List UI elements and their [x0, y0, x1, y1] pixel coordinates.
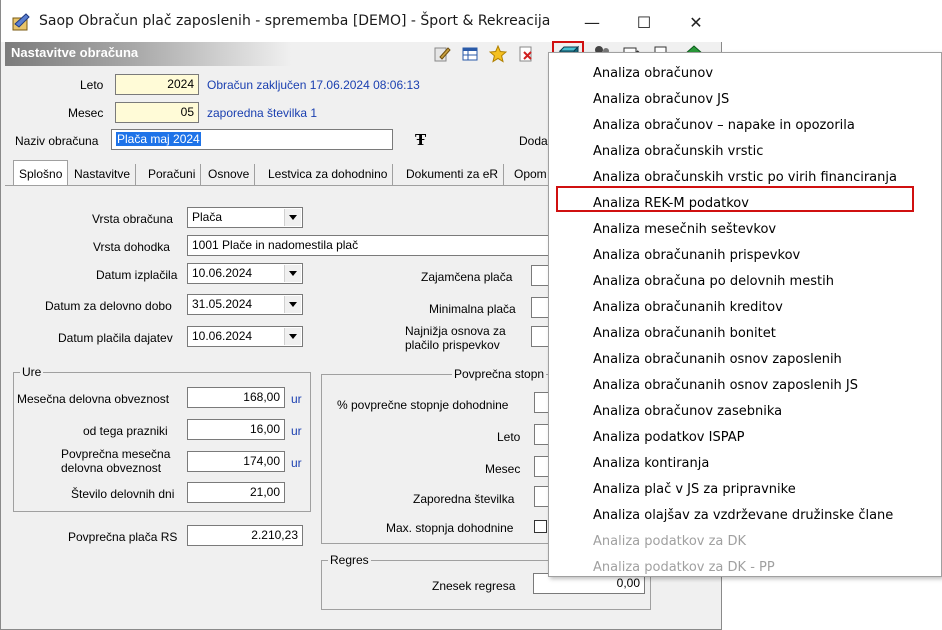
chevron-down-icon[interactable]: [284, 328, 301, 345]
text-format-icon[interactable]: Ŧ: [415, 131, 426, 149]
menu-item-kreditov[interactable]: Analiza obračunanih kreditov: [593, 300, 783, 315]
table-icon[interactable]: [461, 45, 479, 63]
chevron-down-icon[interactable]: [284, 265, 301, 282]
close-button[interactable]: ✕: [673, 8, 719, 36]
analysis-dropdown-menu: Analiza obračunov Analiza obračunov JS A…: [548, 52, 942, 577]
menu-item-dk-pp: Analiza podatkov za DK - PP: [593, 560, 775, 575]
tab-lestvica[interactable]: Lestvica za dohodnino: [263, 164, 394, 186]
vrsta-obracuna-select[interactable]: Plača: [187, 207, 303, 228]
menu-item-obracunskih-vrstic[interactable]: Analiza obračunskih vrstic: [593, 144, 763, 159]
stopnja-mesec-label: Mesec: [485, 462, 521, 476]
menu-item-ispap[interactable]: Analiza podatkov ISPAP: [593, 430, 744, 445]
menu-item-mesecnih-sestevkov[interactable]: Analiza mesečnih seštevkov: [593, 222, 776, 237]
menu-item-prispevkov[interactable]: Analiza obračunanih prispevkov: [593, 248, 800, 263]
minimalna-label: Minimalna plača: [429, 302, 516, 316]
vrsta-obracuna-label: Vrsta obračuna: [92, 212, 173, 226]
obracun-status: Obračun zaključen 17.06.2024 08:06:13: [207, 78, 420, 92]
stopnja-zaporedna-label: Zaporedna številka: [413, 492, 515, 506]
datum-izplacila-value: 10.06.2024: [192, 266, 253, 280]
stopnja-leto-label: Leto: [497, 430, 521, 444]
menu-item-dk: Analiza podatkov za DK: [593, 534, 747, 549]
naziv-selected-text: Plača maj 2024: [116, 132, 201, 146]
povprecna-label-2: delovna obveznost: [61, 461, 162, 475]
datum-izplacila-label: Datum izplačila: [96, 268, 178, 282]
datum-dajatev-label: Datum plačila dajatev: [58, 331, 173, 345]
edit-note-icon[interactable]: [433, 45, 451, 63]
title-bar: Saop Obračun plač zaposlenih - sprememba…: [1, 0, 723, 42]
delete-document-icon[interactable]: [517, 45, 535, 63]
mesecna-label: Mesečna delovna obveznost: [17, 392, 170, 406]
datum-dajatev-select[interactable]: 10.06.2024: [187, 326, 303, 347]
menu-item-olajsav[interactable]: Analiza olajšav za vzdrževane družinske …: [593, 508, 893, 523]
stopnja-title: Povprečna stopn: [452, 367, 547, 381]
menu-highlight-box: [556, 186, 914, 212]
naziv-input[interactable]: Plača maj 2024: [111, 129, 393, 150]
datum-delovno-select[interactable]: 31.05.2024: [187, 294, 303, 315]
znesek-regresa-label: Znesek regresa: [432, 579, 516, 593]
menu-item-vrstic-viri[interactable]: Analiza obračunskih vrstic po virih fina…: [593, 170, 897, 185]
menu-item-napake-opozorila[interactable]: Analiza obračunov – napake in opozorila: [593, 118, 855, 133]
max-stopnja-label: Max. stopnja dohodnine: [386, 521, 514, 535]
app-icon: [12, 13, 30, 31]
mesec-input[interactable]: 05: [115, 102, 199, 123]
placa-rs-label: Povprečna plača RS: [68, 530, 178, 544]
menu-item-pripravnike[interactable]: Analiza plač v JS za pripravnike: [593, 482, 796, 497]
vrsta-obracuna-value: Plača: [192, 210, 223, 224]
najnizja-label-1: Najnižja osnova za: [405, 324, 506, 338]
zajamcena-label: Zajamčena plača: [421, 270, 513, 284]
dni-label: Število delovnih dni: [71, 487, 175, 501]
menu-item-analiza-obracunov[interactable]: Analiza obračunov: [593, 66, 713, 81]
prazniki-label: od tega prazniki: [83, 424, 168, 438]
placa-rs-input[interactable]: 2.210,23: [187, 525, 303, 546]
leto-input[interactable]: 2024: [115, 74, 199, 95]
prazniki-input[interactable]: 16,00: [187, 419, 285, 440]
najnizja-label-2: plačilo prispevkov: [405, 338, 500, 352]
menu-item-kontiranja[interactable]: Analiza kontiranja: [593, 456, 709, 471]
leto-label: Leto: [80, 78, 104, 92]
mesecna-input[interactable]: 168,00: [187, 387, 285, 408]
zaporedna-stevilka: zaporedna številka 1: [207, 106, 318, 120]
datum-delovno-label: Datum za delovno dobo: [45, 299, 172, 313]
window-title: Saop Obračun plač zaposlenih - sprememba…: [39, 13, 551, 29]
pct-label: % povprečne stopnje dohodnine: [337, 398, 509, 412]
dni-input[interactable]: 21,00: [187, 482, 285, 503]
panel-title: Nastavitve obračuna: [11, 45, 139, 60]
maximize-button[interactable]: ☐: [621, 8, 667, 36]
datum-izplacila-select[interactable]: 10.06.2024: [187, 263, 303, 284]
regres-title: Regres: [328, 553, 371, 567]
povprecna-input[interactable]: 174,00: [187, 451, 285, 472]
tab-splosno[interactable]: Splošno: [13, 160, 69, 186]
doda-label: Doda: [519, 134, 548, 148]
tab-bar: Splošno Nastavitve Poračuni Osnove Lestv…: [13, 160, 553, 186]
datum-delovno-value: 31.05.2024: [192, 297, 253, 311]
tab-nastavitve[interactable]: Nastavitve: [69, 164, 137, 186]
menu-item-bonitet[interactable]: Analiza obračunanih bonitet: [593, 326, 776, 341]
tab-poracuni[interactable]: Poračuni: [143, 164, 202, 186]
menu-item-analiza-obracunov-js[interactable]: Analiza obračunov JS: [593, 92, 729, 107]
menu-item-osnov-zaposlenih-js[interactable]: Analiza obračunanih osnov zaposlenih JS: [593, 378, 858, 393]
datum-dajatev-value: 10.06.2024: [192, 329, 253, 343]
max-stopnja-checkbox[interactable]: [534, 520, 547, 533]
menu-item-osnov-zaposlenih[interactable]: Analiza obračunanih osnov zaposlenih: [593, 352, 842, 367]
menu-item-delovnih-mestih[interactable]: Analiza obračuna po delovnih mestih: [593, 274, 834, 289]
tab-opombe[interactable]: Opom: [509, 164, 553, 186]
povprecna-label-1: Povprečna mesečna: [61, 447, 171, 461]
vrsta-dohodka-label: Vrsta dohodka: [93, 240, 170, 254]
chevron-down-icon[interactable]: [284, 296, 301, 313]
minimize-button[interactable]: —: [569, 8, 615, 36]
menu-item-zasebnika[interactable]: Analiza obračunov zasebnika: [593, 404, 782, 419]
vrsta-dohodka-input[interactable]: 1001 Plače in nadomestila plač: [187, 235, 557, 256]
ure-title: Ure: [20, 365, 44, 379]
mesec-label: Mesec: [68, 106, 104, 120]
mesecna-unit: ur: [291, 392, 302, 406]
povprecna-unit: ur: [291, 456, 302, 470]
naziv-label: Naziv obračuna: [15, 134, 99, 148]
tab-dokumenti[interactable]: Dokumenti za eR: [401, 164, 505, 186]
star-icon[interactable]: [489, 45, 507, 63]
tab-osnove[interactable]: Osnove: [203, 164, 256, 186]
chevron-down-icon[interactable]: [284, 209, 301, 226]
prazniki-unit: ur: [291, 424, 302, 438]
